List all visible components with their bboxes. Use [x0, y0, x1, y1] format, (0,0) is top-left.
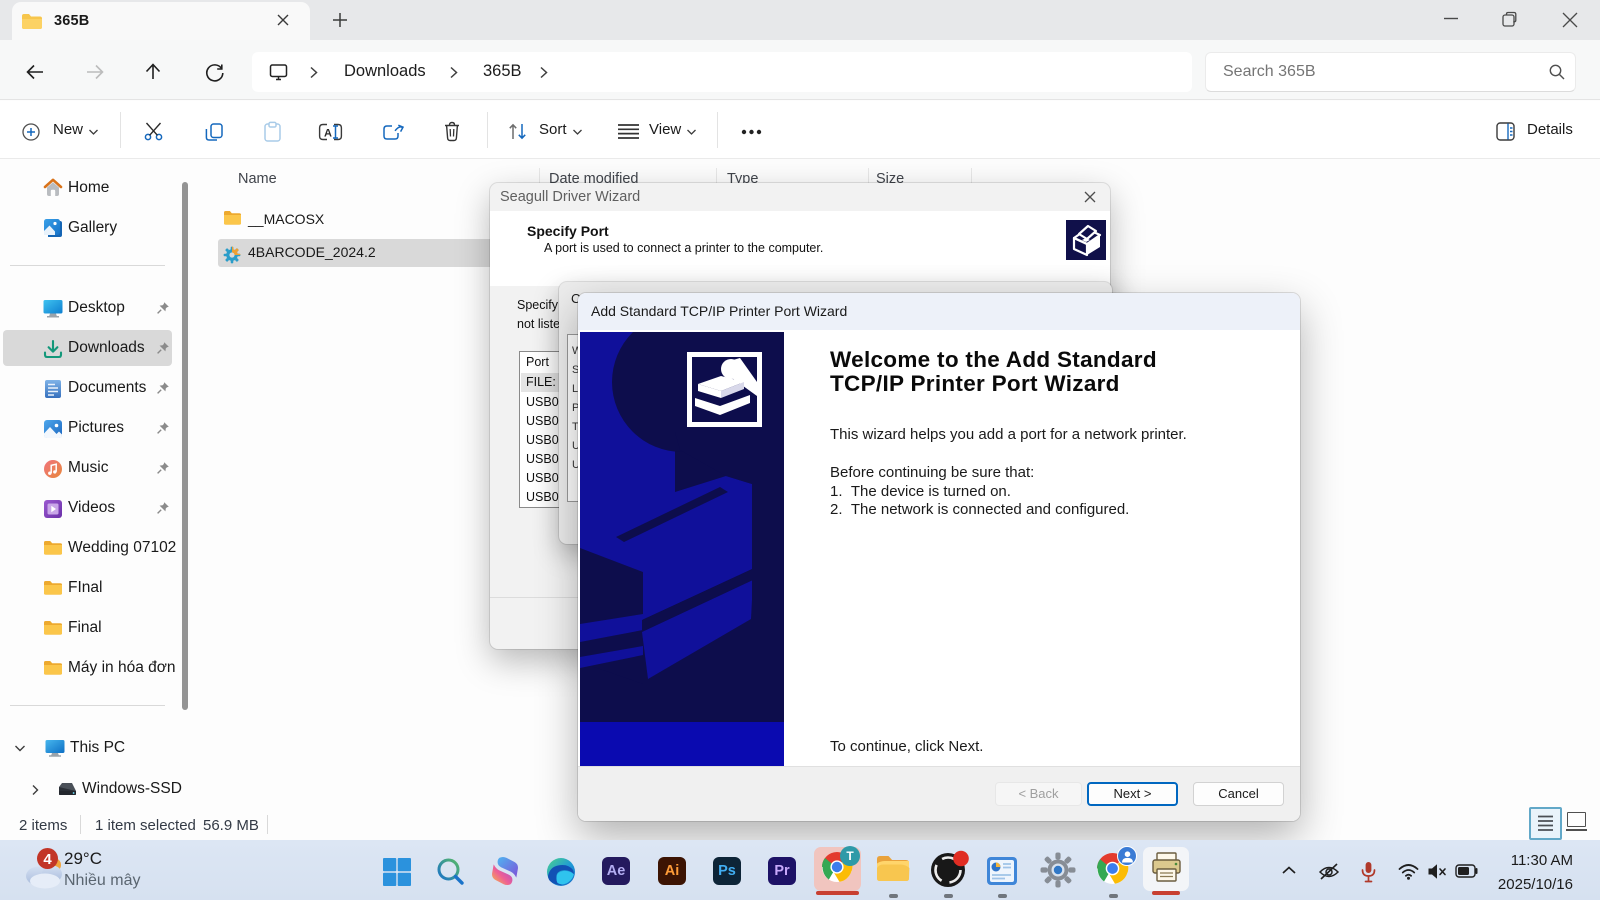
svg-text:4: 4	[43, 851, 52, 868]
svg-text:A: A	[324, 127, 332, 139]
